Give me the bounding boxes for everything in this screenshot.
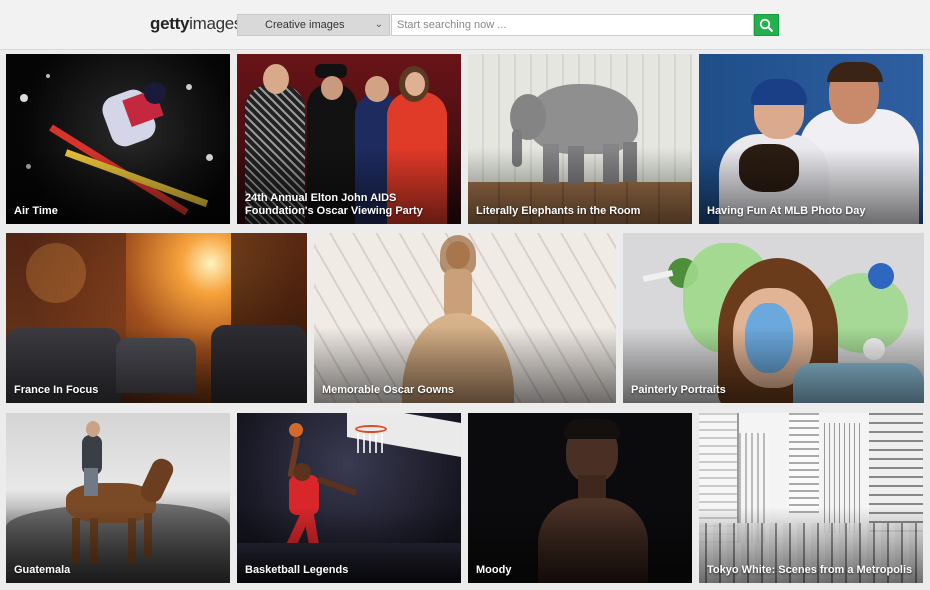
tile-caption: Having Fun At MLB Photo Day [707, 205, 866, 217]
tile-france-in-focus[interactable]: France In Focus [6, 233, 307, 403]
tile-air-time[interactable]: Air Time [6, 54, 230, 224]
top-bar: gettyimages Creative images ⌄ Start sear… [0, 0, 930, 50]
tile-caption: Guatemala [14, 564, 71, 576]
tile-caption: Painterly Portraits [631, 384, 726, 396]
search-placeholder: Start searching now ... [397, 19, 507, 31]
tile-caption: Memorable Oscar Gowns [322, 384, 455, 396]
tile-caption: Air Time [14, 205, 58, 217]
gettyimages-logo[interactable]: gettyimages [150, 14, 242, 34]
search-input[interactable]: Start searching now ... [391, 14, 754, 36]
logo-light-text: images [189, 14, 243, 33]
tile-caption: Basketball Legends [245, 564, 349, 576]
tile-painterly-portraits[interactable]: Painterly Portraits [623, 233, 924, 403]
tile-caption: 24th Annual Elton John AIDS Foundation's… [245, 192, 423, 217]
category-select-value: Creative images [265, 19, 345, 31]
tile-basketball-legends[interactable]: Basketball Legends [237, 413, 461, 583]
tile-guatemala[interactable]: Guatemala [6, 413, 230, 583]
search-icon [759, 18, 774, 33]
tile-moody[interactable]: Moody [468, 413, 692, 583]
tile-caption: Literally Elephants in the Room [476, 205, 641, 217]
tile-caption: France In Focus [14, 384, 99, 396]
category-select[interactable]: Creative images ⌄ [237, 14, 390, 36]
tile-caption: Tokyo White: Scenes from a Metropolis [707, 564, 913, 576]
tile-oscar-gowns[interactable]: Memorable Oscar Gowns [314, 233, 616, 403]
logo-bold-text: getty [150, 14, 190, 33]
tile-elton-john-party[interactable]: 24th Annual Elton John AIDS Foundation's… [237, 54, 461, 224]
tile-elephants[interactable]: Literally Elephants in the Room [468, 54, 692, 224]
tile-tokyo-white[interactable]: Tokyo White: Scenes from a Metropolis [699, 413, 923, 583]
tile-caption: Moody [476, 564, 512, 576]
chevron-down-icon: ⌄ [374, 19, 383, 30]
tile-mlb-photo-day[interactable]: Having Fun At MLB Photo Day [699, 54, 923, 224]
search-button[interactable] [754, 14, 779, 36]
